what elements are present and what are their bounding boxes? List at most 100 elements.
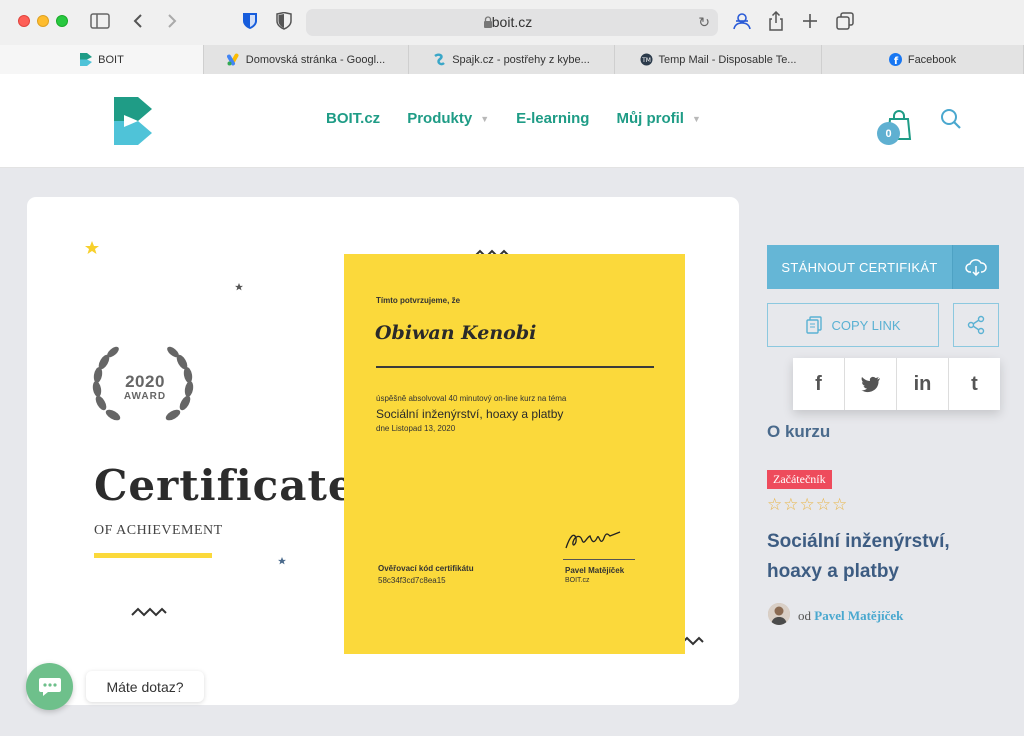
course-title[interactable]: Sociální inženýrství, hoaxy a platby bbox=[767, 527, 997, 587]
forward-icon[interactable] bbox=[166, 10, 178, 32]
award-year: 2020 bbox=[125, 372, 165, 391]
nav-item-produkty[interactable]: Produkty ▼ bbox=[407, 110, 489, 127]
star-decoration-icon bbox=[85, 241, 99, 254]
reload-icon[interactable]: ↻ bbox=[698, 14, 710, 31]
chat-prompt[interactable]: Máte dotaz? bbox=[86, 671, 204, 702]
copy-link-button[interactable]: COPY LINK bbox=[767, 303, 939, 347]
zoom-window-button[interactable] bbox=[56, 15, 68, 27]
star-empty-icon: ☆ bbox=[799, 495, 816, 514]
facebook-icon: f bbox=[815, 372, 822, 395]
tab-temp-mail[interactable]: TM Temp Mail - Disposable Te... bbox=[615, 45, 822, 74]
verification-code: 58c34f3cd7c8ea15 bbox=[378, 576, 446, 585]
linkedin-icon: in bbox=[913, 372, 932, 395]
share-icon bbox=[967, 315, 985, 335]
chat-bubble-icon bbox=[38, 677, 61, 696]
signature-image bbox=[565, 531, 621, 549]
tab-label: Spajk.cz - postřehy z kybe... bbox=[452, 53, 590, 66]
cert-intro: Tímto potvrzujeme, že bbox=[376, 296, 461, 305]
tab-label: Domovská stránka - Googl... bbox=[245, 53, 386, 66]
rating-stars: ☆☆☆☆☆ bbox=[767, 495, 848, 515]
signature-line bbox=[563, 559, 635, 560]
search-icon[interactable] bbox=[940, 108, 962, 130]
tab-boit[interactable]: BOIT bbox=[0, 45, 204, 74]
share-page-icon[interactable] bbox=[768, 10, 784, 32]
verification-code-label: Ověřovací kód certifikátu bbox=[378, 564, 474, 573]
boit-favicon-icon bbox=[79, 53, 92, 66]
signer-name: Pavel Matějíček bbox=[565, 566, 625, 575]
recipient-name: Obiwan Kenobi bbox=[375, 322, 537, 344]
twitter-share-button[interactable] bbox=[845, 358, 896, 410]
linkedin-share-button[interactable]: in bbox=[897, 358, 948, 410]
address-bar[interactable]: boit.cz ↻ bbox=[306, 9, 718, 36]
cloud-download-icon bbox=[952, 245, 999, 289]
star-empty-icon: ☆ bbox=[767, 495, 784, 514]
course-author: od Pavel Matějíček bbox=[798, 608, 903, 624]
svg-text:f: f bbox=[894, 56, 899, 66]
star-empty-icon: ☆ bbox=[783, 495, 800, 514]
tab-facebook[interactable]: f Facebook bbox=[822, 45, 1024, 74]
twitter-icon bbox=[861, 376, 880, 392]
bitwarden-icon[interactable] bbox=[242, 10, 258, 32]
certificate-title: Certificate bbox=[94, 461, 356, 510]
tempmail-favicon-icon: TM bbox=[640, 53, 653, 66]
tab-overview-icon[interactable] bbox=[836, 10, 854, 32]
author-name-link[interactable]: Pavel Matějíček bbox=[814, 608, 903, 623]
main-nav: BOIT.cz Produkty ▼ E-learning Můj profil ▼ bbox=[326, 110, 728, 127]
name-divider bbox=[376, 366, 654, 368]
level-badge: Začátečník bbox=[767, 470, 832, 489]
award-word: AWARD bbox=[123, 391, 167, 402]
author-prefix: od bbox=[798, 608, 811, 623]
google-ads-favicon-icon bbox=[226, 53, 240, 66]
star-decoration-icon bbox=[278, 557, 286, 565]
star-empty-icon: ☆ bbox=[832, 495, 849, 514]
caret-down-icon: ▼ bbox=[480, 113, 490, 124]
tab-label: Temp Mail - Disposable Te... bbox=[658, 53, 797, 66]
boit-logo[interactable] bbox=[114, 97, 154, 145]
site-header: BOIT.cz Produkty ▼ E-learning Můj profil ▼ bbox=[0, 74, 1024, 168]
browser-chrome: boit.cz ↻ BOIT Domovská stránka - Googl. bbox=[0, 0, 1024, 74]
url-text: boit.cz bbox=[491, 14, 533, 30]
browser-toolbar: boit.cz ↻ bbox=[0, 0, 1024, 45]
star-empty-icon: ☆ bbox=[815, 495, 832, 514]
cert-course-name: Sociální inženýrství, hoaxy a platby bbox=[376, 407, 564, 421]
cert-completion-text: úspěšně absolvoval 40 minutový on-line k… bbox=[376, 394, 567, 403]
new-tab-icon[interactable] bbox=[802, 10, 818, 32]
tab-google-ads[interactable]: Domovská stránka - Googl... bbox=[204, 45, 409, 74]
back-icon[interactable] bbox=[132, 10, 144, 32]
minimize-window-button[interactable] bbox=[37, 15, 49, 27]
certificate-underline bbox=[94, 553, 212, 558]
nav-item-boit[interactable]: BOIT.cz bbox=[326, 110, 380, 127]
sidebar-toggle-icon[interactable] bbox=[90, 10, 110, 32]
svg-text:TM: TM bbox=[641, 57, 651, 64]
certificate-details-panel: Tímto potvrzujeme, že Obiwan Kenobi úspě… bbox=[344, 254, 685, 654]
tumblr-share-button[interactable]: t bbox=[949, 358, 1000, 410]
copy-icon bbox=[806, 316, 823, 334]
cert-date: dne Listopad 13, 2020 bbox=[376, 424, 456, 433]
certificate-card: 2020 AWARD Certificate OF ACHIEVEMENT Tí… bbox=[27, 197, 739, 705]
download-certificate-button[interactable]: STÁHNOUT CERTIFIKÁT bbox=[767, 245, 999, 289]
author-avatar bbox=[768, 603, 790, 625]
star-decoration-icon bbox=[235, 283, 243, 291]
share-button[interactable] bbox=[953, 303, 999, 347]
signer-org: BOIT.cz bbox=[565, 577, 590, 584]
download-label: STÁHNOUT CERTIFIKÁT bbox=[781, 259, 938, 275]
squiggle-decoration-icon bbox=[131, 607, 167, 617]
extension-icon[interactable] bbox=[732, 10, 752, 32]
close-window-button[interactable] bbox=[18, 15, 30, 27]
nav-item-muj-profil[interactable]: Můj profil ▼ bbox=[616, 110, 700, 127]
cart-count-badge[interactable]: 0 bbox=[877, 122, 900, 145]
chat-button[interactable] bbox=[26, 663, 73, 710]
tab-strip: BOIT Domovská stránka - Googl... Spajk.c… bbox=[0, 45, 1024, 74]
nav-item-e-learning[interactable]: E-learning bbox=[516, 110, 589, 127]
social-share-menu: f in t bbox=[793, 358, 1000, 410]
tab-label: Facebook bbox=[907, 53, 957, 66]
facebook-share-button[interactable]: f bbox=[793, 358, 844, 410]
tab-spajk[interactable]: Spajk.cz - postřehy z kybe... bbox=[409, 45, 615, 74]
about-course-heading: O kurzu bbox=[767, 422, 831, 441]
caret-down-icon: ▼ bbox=[691, 113, 701, 124]
privacy-shield-icon[interactable] bbox=[276, 10, 292, 32]
spajk-favicon-icon bbox=[433, 53, 446, 66]
copy-link-label: COPY LINK bbox=[831, 317, 901, 333]
tab-label: BOIT bbox=[98, 53, 124, 66]
facebook-favicon-icon: f bbox=[888, 53, 902, 66]
